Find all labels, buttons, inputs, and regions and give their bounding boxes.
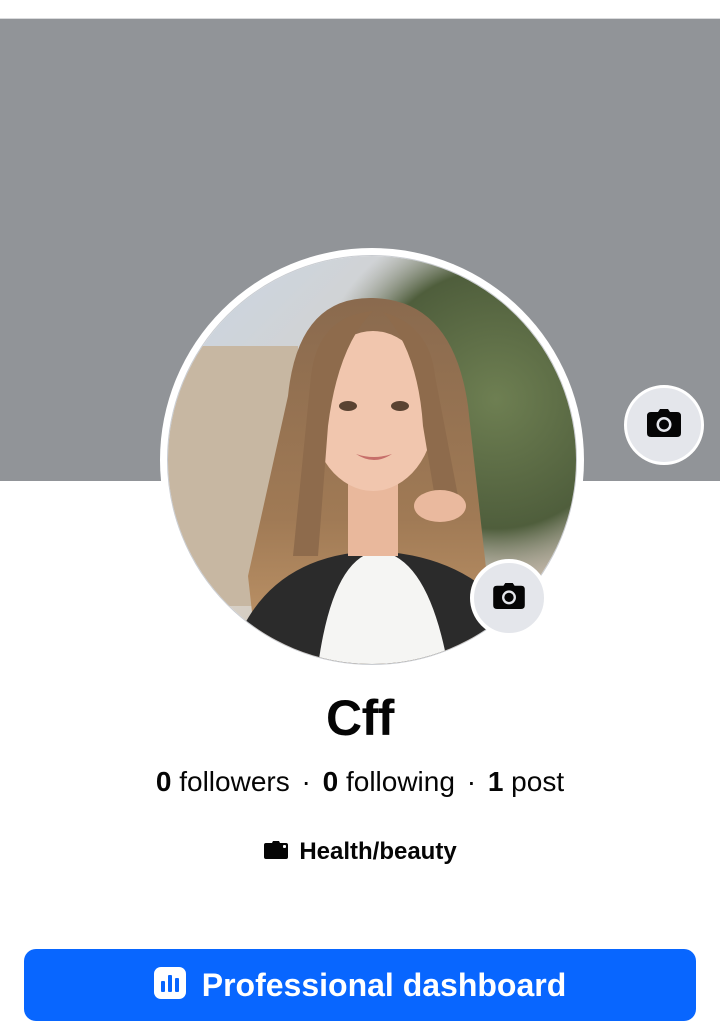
followers-label: followers <box>179 766 290 797</box>
followers-count: 0 <box>155 766 172 797</box>
followers-stat[interactable]: 0 followers <box>156 766 290 797</box>
profile-category: Health/beauty <box>0 836 720 868</box>
edit-cover-photo-button[interactable] <box>624 385 704 465</box>
stats-separator: · <box>301 766 311 797</box>
profile-stats: 0 followers · 0 following · 1 post <box>0 764 720 800</box>
camera-icon <box>493 582 525 614</box>
top-status-strip <box>0 0 720 19</box>
briefcase-icon <box>263 840 289 865</box>
following-label: following <box>345 766 455 797</box>
camera-icon <box>647 408 681 442</box>
following-count: 0 <box>322 766 339 797</box>
professional-dashboard-label: Professional dashboard <box>201 967 567 1003</box>
professional-dashboard-button[interactable]: Professional dashboard <box>24 949 696 1021</box>
following-stat[interactable]: 0 following <box>323 766 455 797</box>
posts-label: post <box>511 766 565 797</box>
posts-stat[interactable]: 1 post <box>488 766 564 797</box>
profile-name: Cff <box>326 690 394 746</box>
bar-chart-icon <box>153 966 186 1004</box>
edit-profile-picture-button[interactable] <box>470 559 548 637</box>
stats-separator: · <box>466 766 477 797</box>
category-label: Health/beauty <box>299 838 457 865</box>
posts-count: 1 <box>487 766 504 797</box>
